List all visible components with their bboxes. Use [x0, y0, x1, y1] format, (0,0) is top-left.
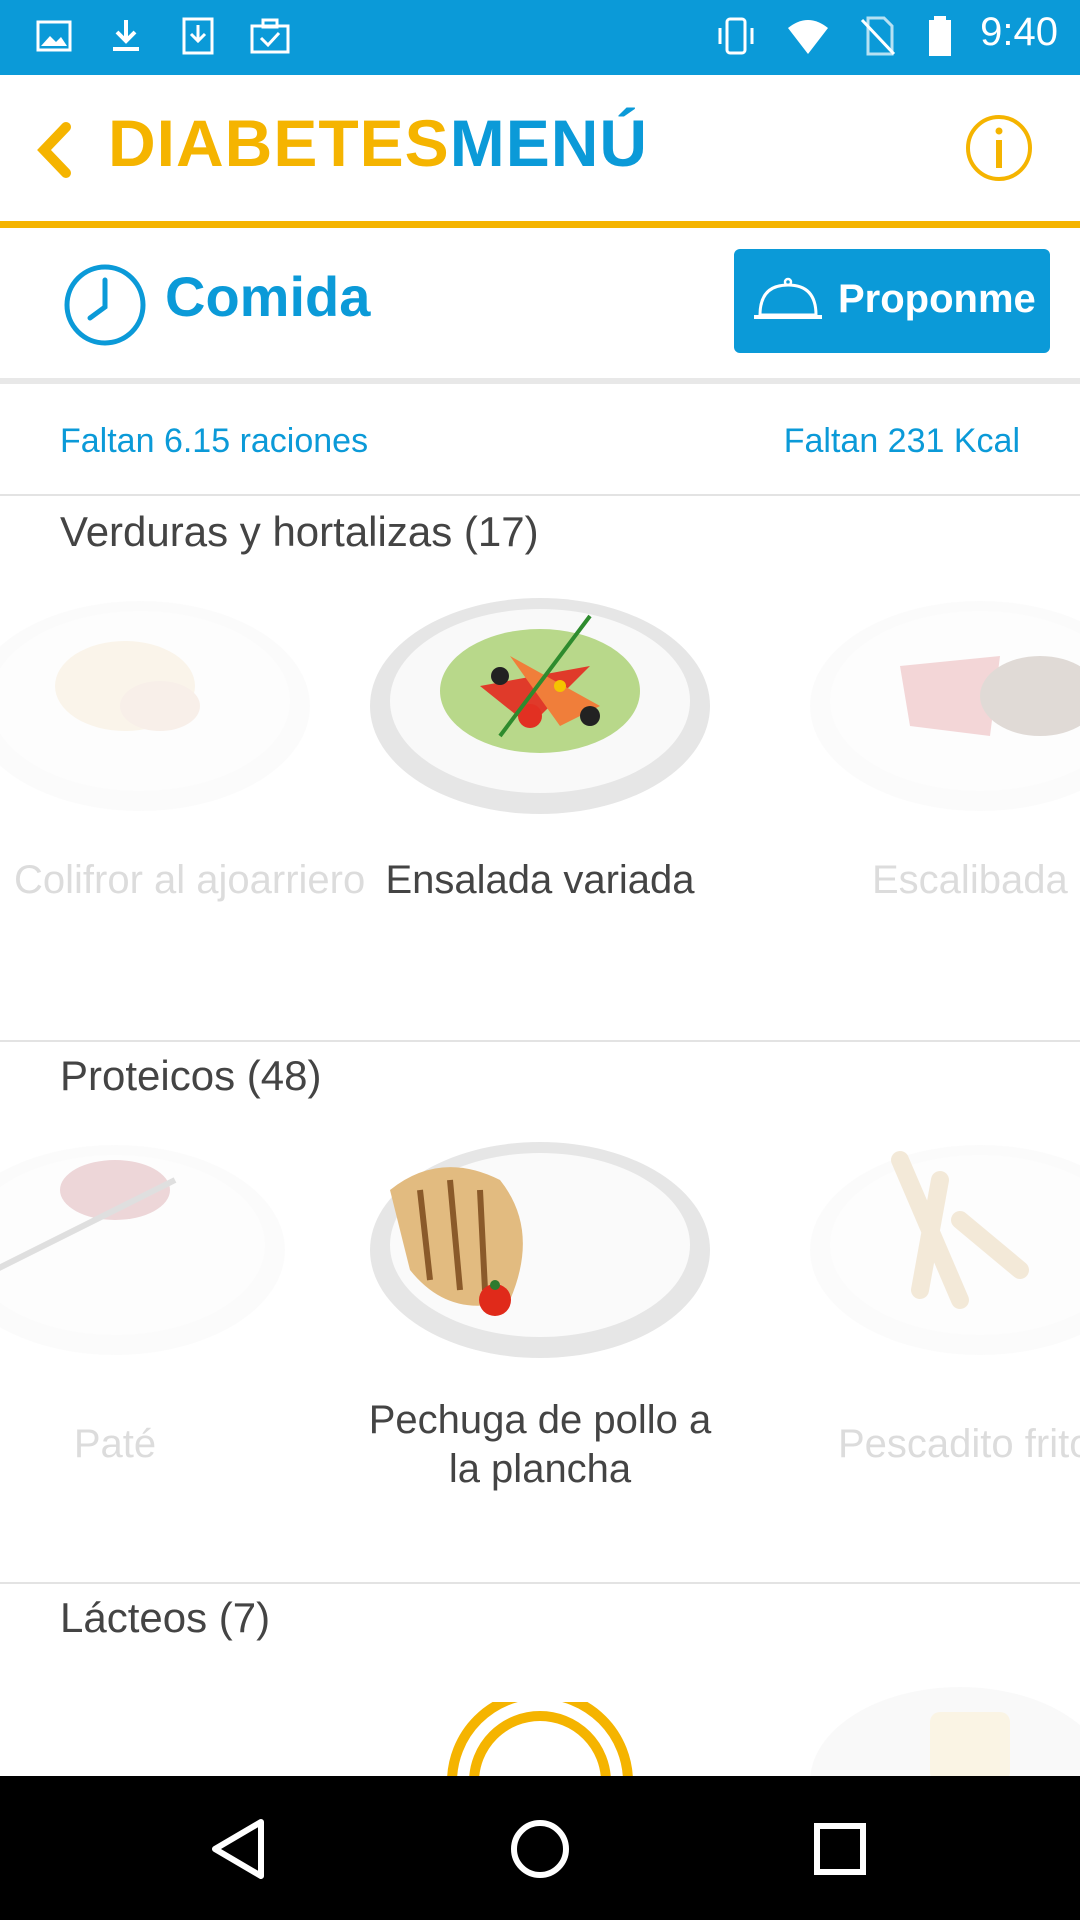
vibrate-icon: [718, 17, 754, 55]
logo-diabetes: DIABETES: [108, 106, 450, 180]
food-name: Escalibada: [872, 858, 1068, 902]
food-image: [810, 1145, 1080, 1355]
food-image: [810, 601, 1080, 811]
back-icon[interactable]: [205, 1814, 275, 1884]
info-icon[interactable]: [964, 113, 1034, 183]
remaining-rations: Faltan 6.15 raciones: [60, 422, 369, 460]
recents-icon[interactable]: [805, 1814, 875, 1884]
section-title: Lácteos (7): [60, 1594, 271, 1641]
battery-icon: [929, 16, 951, 56]
cloche-icon: [754, 277, 822, 319]
propose-label: Proponme: [838, 277, 1036, 321]
download-icon: [113, 20, 139, 51]
food-name: Pechuga de pollo a la plancha: [368, 1398, 712, 1491]
briefcase-check-icon: [250, 18, 290, 54]
loading-spinner-icon: [447, 1702, 633, 1776]
food-image: [810, 1687, 1080, 1776]
section-proteins: Proteicos (48) Paté Pechuga de pollo a l…: [0, 1040, 1080, 1584]
navigation-bar: [0, 1776, 1080, 1920]
clock-icon: [64, 264, 146, 346]
logo-menu: MENÚ: [449, 106, 649, 180]
clock-time: 9:40: [980, 10, 1058, 54]
status-bar: 9:40: [0, 0, 1080, 75]
remaining-kcal: Faltan 231 Kcal: [783, 422, 1020, 460]
no-sim-icon: [860, 16, 896, 56]
app-logo: DIABETESMENÚ: [108, 105, 648, 181]
section-title: Proteicos (48): [60, 1052, 322, 1099]
food-image: [370, 1142, 710, 1358]
remaining-summary: Faltan 6.15 raciones Faltan 231 Kcal: [0, 384, 1080, 496]
food-image: [0, 601, 310, 811]
food-name: Ensalada variada: [385, 858, 695, 902]
back-chevron-icon[interactable]: [30, 117, 80, 183]
food-image: [370, 598, 710, 814]
propose-button[interactable]: Proponme: [734, 249, 1050, 353]
app-bar: DIABETESMENÚ: [0, 75, 1080, 228]
wifi-icon: [788, 20, 828, 54]
section-vegetables: Verduras y hortalizas (17) Colifror al a…: [0, 496, 1080, 1042]
food-image: [0, 1145, 285, 1355]
food-name: Paté: [73, 1422, 157, 1466]
home-icon[interactable]: [505, 1814, 575, 1884]
meal-title: Comida: [165, 265, 371, 328]
image-icon: [36, 20, 72, 52]
meal-header: Comida Proponme: [0, 228, 1080, 384]
download-box-icon: [182, 17, 214, 55]
section-dairy: Lácteos (7): [0, 1582, 1080, 1776]
food-name: Colifror al ajoarriero: [14, 858, 366, 902]
section-title: Verduras y hortalizas (17): [60, 508, 539, 555]
food-name: Pescadito frito: [838, 1422, 1080, 1466]
